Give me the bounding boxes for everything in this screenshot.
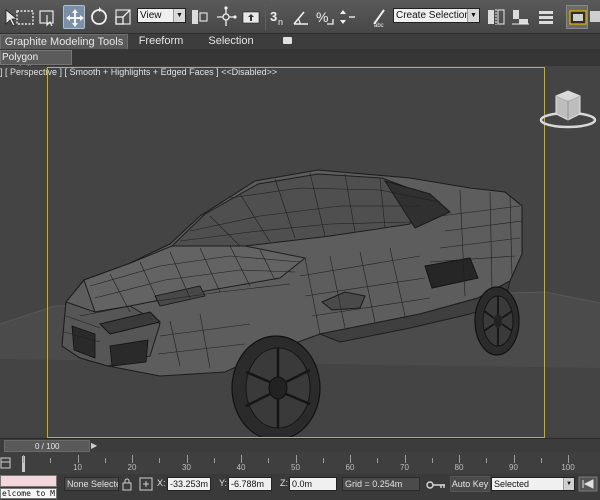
track-bar-tick <box>213 458 215 463</box>
ribbon-panel-bar: Polygon Modeling <box>0 49 600 76</box>
chevron-down-icon: ▼ <box>563 478 574 490</box>
manipulate-icon[interactable] <box>215 5 237 29</box>
align-icon[interactable] <box>509 5 531 29</box>
render-frame-icon[interactable] <box>588 5 600 29</box>
track-bar-label: 10 <box>73 463 82 472</box>
track-bar-mini-curve-icon[interactable] <box>0 456 12 470</box>
track-bar-label: 80 <box>454 463 464 472</box>
x-coordinate-label: X: <box>157 478 166 488</box>
track-bar-tick <box>540 458 542 463</box>
selection-status: None Selected <box>64 477 119 491</box>
spinner-snap-icon[interactable] <box>337 5 359 29</box>
time-slider-frame-text: 0 / 100 <box>35 442 60 451</box>
window-crossing-icon[interactable] <box>37 5 59 29</box>
track-bar-tick <box>132 455 133 463</box>
track-bar-label: 60 <box>345 463 355 472</box>
track-bar-tick <box>241 455 242 463</box>
svg-text:3: 3 <box>270 9 277 24</box>
layer-manager-icon[interactable] <box>535 5 557 29</box>
track-bar-tick <box>23 455 24 463</box>
track-bar-tick <box>322 458 324 463</box>
track-bar-tick <box>459 455 460 463</box>
main-toolbar: View ▼ 3n % abc Create Selection Se ▼ <box>0 0 600 34</box>
maxscript-listener[interactable]: elcome to M <box>0 475 57 499</box>
track-bar-tick <box>268 458 270 463</box>
y-coordinate-label: Y: <box>219 478 228 488</box>
chevron-down-icon: ▼ <box>467 9 479 22</box>
track-bar-tick <box>159 458 161 463</box>
chevron-down-icon: ▼ <box>173 9 185 22</box>
ribbon-tab-bar: Graphite Modeling Tools Freeform Selecti… <box>0 34 600 49</box>
svg-text:abc: abc <box>374 23 384 29</box>
track-bar-tick <box>404 455 406 463</box>
z-coordinate-field[interactable]: 0.0m <box>289 477 337 491</box>
track-bar-tick <box>568 455 569 463</box>
snap-toggle-icon[interactable]: 3n <box>268 5 290 29</box>
grid-size-display: Grid = 0.254m <box>342 477 420 491</box>
edit-named-selection-icon[interactable]: abc <box>368 5 390 29</box>
toolbar-separator <box>265 4 266 30</box>
status-bar: elcome to M None Selected X: -33.253m Y:… <box>0 474 600 500</box>
track-bar[interactable]: 10 20 30 40 50 60 70 80 90 100 <box>0 452 600 474</box>
x-coordinate-field[interactable]: -33.253m <box>167 477 211 491</box>
maxscript-input-line[interactable]: elcome to M <box>0 488 57 499</box>
tab-selection[interactable]: Selection <box>198 34 264 49</box>
polygon-modeling-panel[interactable]: Polygon Modeling <box>0 50 72 76</box>
maxscript-output-line[interactable] <box>0 475 57 487</box>
track-bar-label: 90 <box>509 463 518 472</box>
rect-region-icon[interactable] <box>14 5 36 29</box>
mirror-icon[interactable] <box>485 5 507 29</box>
track-bar-tick <box>104 458 106 463</box>
track-bar-tick <box>350 455 351 463</box>
go-to-start-icon[interactable] <box>578 476 598 492</box>
track-bar-tick <box>50 458 52 463</box>
key-mode-value: Selected <box>494 479 530 489</box>
track-bar-label: 40 <box>236 463 246 472</box>
track-bar-tick <box>186 455 188 463</box>
key-mode-dropdown[interactable]: Selected ▼ <box>491 477 575 491</box>
next-frame-arrow-icon[interactable]: ▶ <box>91 441 101 451</box>
perspective-viewport[interactable]: ] [ Perspective ] [ Smooth + Highlights … <box>0 66 600 438</box>
y-coordinate-field[interactable]: -6.788m <box>228 477 272 491</box>
auto-key-button[interactable]: Auto Key <box>450 476 490 492</box>
track-bar-tick <box>295 455 297 463</box>
lock-icon[interactable] <box>121 477 133 491</box>
time-slider[interactable]: 0 / 100 ▶ <box>0 438 600 452</box>
track-bar-label: 50 <box>291 463 300 472</box>
move-icon[interactable] <box>63 5 85 29</box>
reference-coordinate-dropdown[interactable]: View ▼ <box>137 8 186 23</box>
track-bar-label: 70 <box>400 463 409 472</box>
svg-text:%: % <box>316 9 328 25</box>
render-setup-icon[interactable] <box>566 5 588 29</box>
key-icon[interactable] <box>426 480 446 490</box>
active-viewport-border <box>47 67 545 438</box>
z-coordinate-label: Z: <box>280 478 288 488</box>
rotate-icon[interactable] <box>88 5 110 29</box>
absolute-mode-transform-icon[interactable] <box>139 476 153 492</box>
track-bar-label: 100 <box>561 463 575 472</box>
pivot-icon[interactable] <box>189 5 211 29</box>
scale-icon[interactable] <box>113 5 135 29</box>
reference-coordinate-value: View <box>140 10 162 21</box>
ribbon-minimize-toggle-icon[interactable] <box>283 37 292 44</box>
svg-text:n: n <box>278 17 283 27</box>
track-bar-tick <box>77 455 79 463</box>
track-bar-tick <box>513 455 515 463</box>
percent-snap-icon[interactable]: % <box>314 5 336 29</box>
tab-freeform[interactable]: Freeform <box>130 34 192 49</box>
track-bar-tick <box>377 458 379 463</box>
tab-graphite-modeling-tools[interactable]: Graphite Modeling Tools <box>0 34 128 49</box>
track-bar-tick <box>486 458 488 463</box>
track-bar-tick <box>431 458 433 463</box>
angle-snap-icon[interactable] <box>290 5 312 29</box>
track-bar-label: 30 <box>182 463 191 472</box>
time-slider-thumb[interactable]: 0 / 100 <box>4 440 90 452</box>
keyboard-shortcut-icon[interactable] <box>240 5 262 29</box>
named-selection-sets-dropdown[interactable]: Create Selection Se ▼ <box>393 8 480 23</box>
viewcube-icon[interactable] <box>538 88 598 130</box>
track-bar-label: 20 <box>127 463 137 472</box>
